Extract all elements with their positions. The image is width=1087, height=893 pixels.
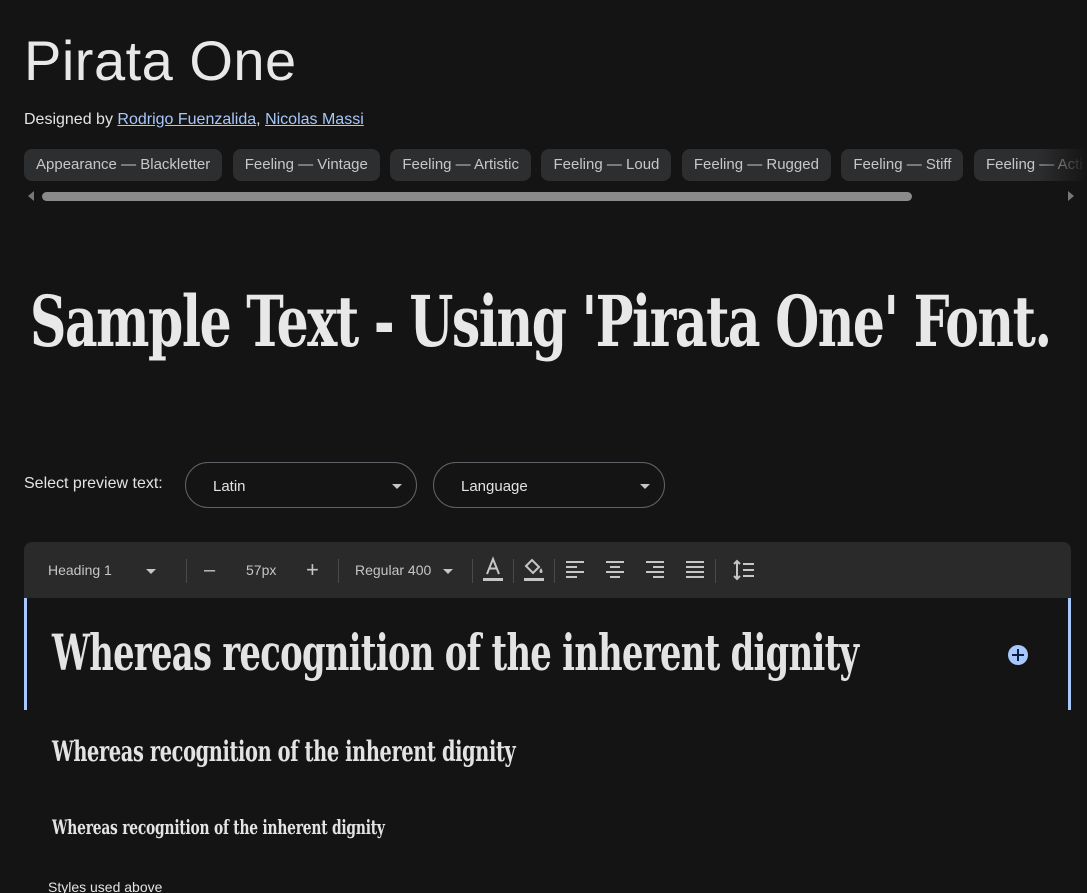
decrease-size-button[interactable]: –: [204, 542, 215, 598]
language-select-value: Language: [461, 478, 528, 495]
preview-line-heading-2[interactable]: Whereas recognition of the inherent dign…: [52, 731, 516, 773]
toolbar-divider: [554, 559, 555, 583]
preview-text-label: Select preview text:: [24, 475, 163, 492]
align-right-icon[interactable]: [643, 556, 667, 584]
scroll-left-arrow-icon[interactable]: [28, 191, 34, 201]
tag-scrollbar[interactable]: [24, 189, 1074, 203]
font-title: Pirata One: [24, 29, 297, 92]
font-size-value[interactable]: 57px: [246, 542, 276, 598]
toolbar-divider: [513, 559, 514, 583]
add-style-icon[interactable]: [1008, 645, 1028, 665]
line-height-icon[interactable]: [732, 556, 756, 584]
designer-separator: ,: [256, 111, 261, 128]
text-style-select[interactable]: Heading 1: [48, 542, 156, 598]
chevron-down-icon: [392, 484, 402, 489]
tag-chip[interactable]: Feeling — Loud: [541, 149, 672, 181]
chevron-down-icon: [145, 568, 156, 574]
designer-credits: Designed by Rodrigo Fuenzalida, Nicolas …: [24, 109, 364, 131]
chevron-down-icon: [640, 484, 650, 489]
toolbar-divider: [472, 559, 473, 583]
highlight-color-icon[interactable]: [522, 556, 546, 584]
preview-line-heading-3[interactable]: Whereas recognition of the inherent dign…: [52, 812, 385, 842]
scrollbar-thumb[interactable]: [42, 192, 912, 201]
font-weight-value: Regular 400: [355, 562, 432, 578]
language-select[interactable]: Language: [433, 462, 665, 508]
styles-used-heading: Styles used above: [48, 879, 163, 893]
editor-toolbar: Heading 1 – 57px + Regular 400: [24, 542, 1071, 598]
tag-chip[interactable]: Feeling — Stiff: [841, 149, 964, 181]
tag-chip[interactable]: Feeling — Artistic: [390, 149, 532, 181]
toolbar-divider: [338, 559, 339, 583]
tag-list-fade: [1037, 149, 1087, 182]
align-left-icon[interactable]: [563, 556, 587, 584]
script-select[interactable]: Latin: [185, 462, 417, 508]
align-center-icon[interactable]: [603, 556, 627, 584]
scroll-right-arrow-icon[interactable]: [1068, 191, 1074, 201]
preview-line-heading-1[interactable]: Whereas recognition of the inherent dign…: [52, 618, 859, 688]
designed-by-label: Designed by: [24, 111, 113, 128]
designer-link-nicolas-massi[interactable]: Nicolas Massi: [265, 111, 364, 128]
align-justify-icon[interactable]: [683, 556, 707, 584]
designer-link-rodrigo-fuenzalida[interactable]: Rodrigo Fuenzalida: [117, 111, 256, 128]
toolbar-divider: [186, 559, 187, 583]
toolbar-divider: [715, 559, 716, 583]
tag-chip[interactable]: Feeling — Rugged: [681, 149, 831, 181]
sample-text-preview: Sample Text - Using 'Pirata One' Font.: [30, 280, 1052, 363]
tag-chip[interactable]: Feeling — Vintage: [232, 149, 380, 181]
text-color-icon[interactable]: [481, 556, 505, 584]
font-specimen-page: Pirata One Designed by Rodrigo Fuenzalid…: [0, 0, 1087, 893]
chevron-down-icon: [443, 568, 454, 574]
text-style-value: Heading 1: [48, 562, 112, 578]
tag-chip[interactable]: Appearance — Blackletter: [24, 149, 223, 181]
increase-size-button[interactable]: +: [306, 542, 319, 598]
font-weight-select[interactable]: Regular 400: [355, 542, 454, 598]
script-select-value: Latin: [213, 478, 246, 495]
tag-list: Appearance — Blackletter Feeling — Vinta…: [24, 149, 1087, 182]
